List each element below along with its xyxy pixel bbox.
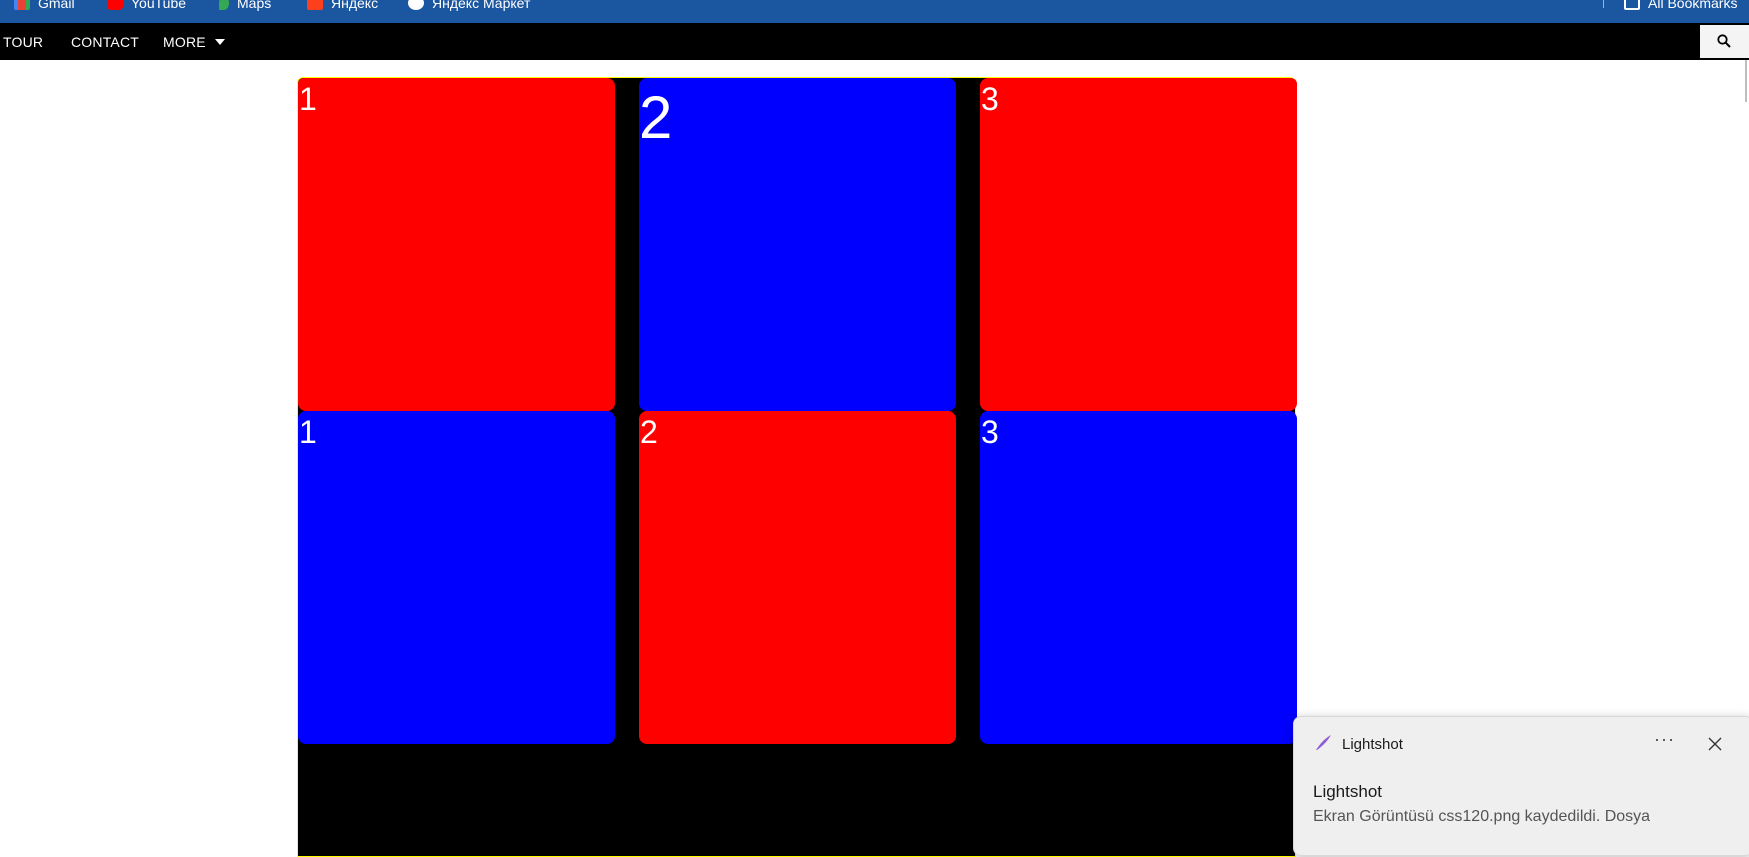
bookmarks-bar: Gmail YouTube Maps Яндекс Яндекс Маркет … bbox=[0, 0, 1749, 23]
search-button[interactable] bbox=[1700, 25, 1749, 58]
search-icon bbox=[1717, 34, 1731, 48]
notification-app-name: Lightshot bbox=[1342, 736, 1403, 753]
yandex-icon bbox=[307, 0, 323, 10]
all-bookmarks-label: All Bookmarks bbox=[1648, 0, 1738, 11]
bookmark-label: Maps bbox=[237, 0, 272, 11]
bookmark-yandex[interactable]: Яндекс bbox=[307, 0, 378, 13]
bookmark-label: Яндекс bbox=[331, 0, 379, 11]
cell-number: 2 bbox=[639, 84, 673, 151]
grid-cell: 2 bbox=[639, 411, 956, 744]
bookmark-label: YouTube bbox=[131, 0, 187, 11]
nav-item-tour[interactable]: TOUR bbox=[3, 34, 43, 50]
grid-cell: 3 bbox=[980, 411, 1297, 744]
navbar: TOUR CONTACT MORE bbox=[0, 23, 1749, 60]
grid-cell: 1 bbox=[298, 78, 615, 411]
notification-toast[interactable]: Lightshot ··· Lightshot Ekran Görüntüsü … bbox=[1293, 716, 1749, 856]
folder-icon bbox=[1624, 0, 1640, 10]
notification-title: Lightshot bbox=[1313, 782, 1382, 801]
notification-message: Ekran Görüntüsü css120.png kaydedildi. D… bbox=[1313, 808, 1651, 825]
all-bookmarks-button[interactable]: All Bookmarks bbox=[1624, 0, 1737, 13]
cell-number: 3 bbox=[981, 414, 999, 450]
bookmark-label: Яндекс Маркет bbox=[432, 0, 531, 11]
more-options-icon[interactable]: ··· bbox=[1654, 729, 1675, 750]
nav-item-more[interactable]: MORE bbox=[163, 34, 206, 50]
chevron-down-icon[interactable] bbox=[215, 39, 225, 45]
bookmark-youtube[interactable]: YouTube bbox=[107, 0, 186, 13]
scrollbar-thumb[interactable] bbox=[1745, 60, 1747, 102]
grid-cell: 3 bbox=[980, 78, 1297, 411]
close-icon[interactable] bbox=[1708, 737, 1722, 751]
grid-container: 1 2 3 1 2 3 bbox=[297, 77, 1297, 857]
cell-number: 2 bbox=[640, 414, 658, 450]
bookmark-maps[interactable]: Maps bbox=[219, 0, 271, 13]
bookmarks-divider bbox=[1603, 0, 1604, 8]
cell-number: 3 bbox=[981, 81, 999, 117]
lightshot-feather-icon bbox=[1316, 735, 1331, 750]
grid-cell: 1 bbox=[298, 411, 615, 744]
cell-number: 1 bbox=[299, 414, 317, 450]
maps-icon bbox=[219, 0, 229, 10]
bookmark-label: Gmail bbox=[38, 0, 75, 11]
yandex-market-icon bbox=[408, 0, 424, 10]
bookmark-yandex-market[interactable]: Яндекс Маркет bbox=[408, 0, 530, 13]
nav-item-contact[interactable]: CONTACT bbox=[71, 34, 139, 50]
gmail-icon bbox=[14, 0, 30, 10]
bookmark-gmail[interactable]: Gmail bbox=[14, 0, 75, 13]
grid-cell: 2 bbox=[639, 78, 956, 411]
cell-number: 1 bbox=[299, 81, 317, 117]
youtube-icon bbox=[107, 0, 123, 10]
